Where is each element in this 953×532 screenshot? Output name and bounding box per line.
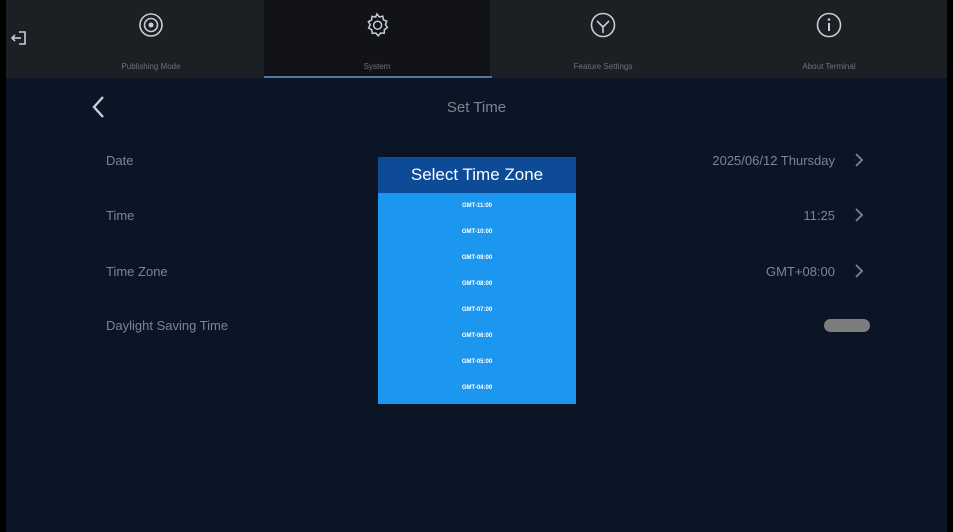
- time-zone-value: GMT+08:00: [765, 264, 835, 279]
- time-zone-option[interactable]: GMT-06:00: [378, 326, 576, 346]
- target-icon: [139, 13, 163, 37]
- daylight-saving-toggle[interactable]: [824, 319, 870, 332]
- time-zone-option[interactable]: GMT-04:00: [378, 378, 576, 398]
- info-icon: [816, 12, 842, 38]
- exit-button[interactable]: [6, 25, 32, 51]
- time-zone-option[interactable]: GMT-05:00: [378, 352, 576, 372]
- time-zone-dialog: Select Time Zone GMT-11:00 GMT-10:00 GMT…: [378, 157, 576, 404]
- tab-label: Publishing Mode: [121, 62, 181, 71]
- date-label: Date: [106, 153, 134, 168]
- app-screen: Publishing Mode System Feature Settings: [6, 0, 947, 532]
- tab-about-terminal[interactable]: About Terminal: [716, 0, 942, 78]
- top-navigation-bar: Publishing Mode System Feature Settings: [6, 0, 947, 78]
- tab-label: System: [363, 62, 391, 71]
- time-label: Time: [106, 208, 135, 223]
- exit-icon: [10, 31, 26, 45]
- tab-publishing-mode[interactable]: Publishing Mode: [38, 0, 264, 78]
- cube-icon: [590, 12, 616, 38]
- date-value: 2025/06/12 Thursday: [712, 153, 835, 168]
- time-zone-option[interactable]: GMT-08:00: [378, 274, 576, 294]
- time-zone-label: Time Zone: [106, 264, 168, 279]
- active-tab-indicator: [264, 76, 492, 78]
- time-value: 11:25: [803, 208, 835, 223]
- tab-feature-settings[interactable]: Feature Settings: [490, 0, 716, 78]
- tab-system[interactable]: System: [264, 0, 490, 78]
- tab-label: Feature Settings: [573, 62, 633, 71]
- time-zone-option[interactable]: GMT-09:00: [378, 248, 576, 268]
- chevron-right-icon: [855, 208, 864, 222]
- tab-label: About Terminal: [802, 62, 856, 71]
- chevron-right-icon: [855, 264, 864, 278]
- dialog-title: Select Time Zone: [378, 157, 576, 193]
- time-zone-option[interactable]: GMT-11:00: [378, 196, 576, 216]
- chevron-right-icon: [855, 153, 864, 167]
- time-zone-option[interactable]: GMT-10:00: [378, 222, 576, 242]
- page-title: Set Time: [446, 99, 507, 116]
- daylight-saving-label: Daylight Saving Time: [106, 318, 229, 333]
- time-zone-option[interactable]: GMT-07:00: [378, 300, 576, 320]
- gear-icon: [367, 12, 389, 37]
